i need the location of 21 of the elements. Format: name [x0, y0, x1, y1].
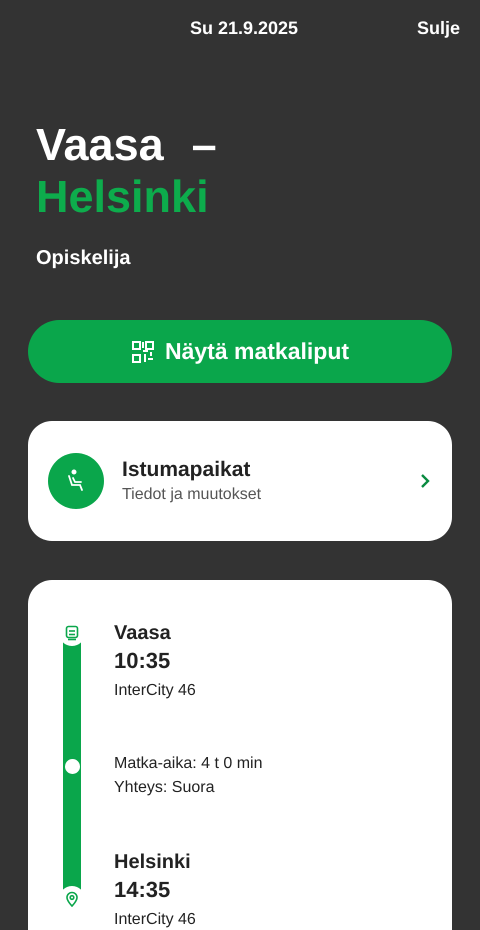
- close-button[interactable]: Sulje: [416, 18, 460, 39]
- dash-text: –: [192, 119, 217, 171]
- destination-title: Helsinki: [36, 171, 210, 223]
- qr-code-icon: [130, 340, 155, 364]
- train-icon: [64, 625, 80, 641]
- location-pin-icon: [65, 891, 79, 907]
- journey-detail: Yhteys: Suora: [114, 779, 216, 797]
- journey-detail: Matka-aika: 4 t 0 min: [114, 755, 262, 773]
- station-name: Helsinki: [114, 850, 192, 875]
- date-text: Su 21.9.2025: [190, 18, 298, 39]
- station-name: Vaasa: [114, 621, 172, 646]
- seats-card[interactable]: Istumapaikat Tiedot ja muutokset: [28, 421, 452, 541]
- chevron-right-icon: [420, 473, 430, 489]
- passenger-type: Opiskelija: [36, 247, 132, 270]
- seats-title: Istumapaikat: [122, 458, 252, 482]
- time-text: 10:35: [114, 647, 172, 675]
- seats-subtitle: Tiedot ja muutokset: [122, 486, 262, 504]
- time-text: 14:35: [114, 876, 172, 904]
- origin-title: Vaasa: [36, 119, 164, 171]
- train-name: InterCity 46: [114, 682, 197, 700]
- train-name: InterCity 46: [114, 911, 197, 929]
